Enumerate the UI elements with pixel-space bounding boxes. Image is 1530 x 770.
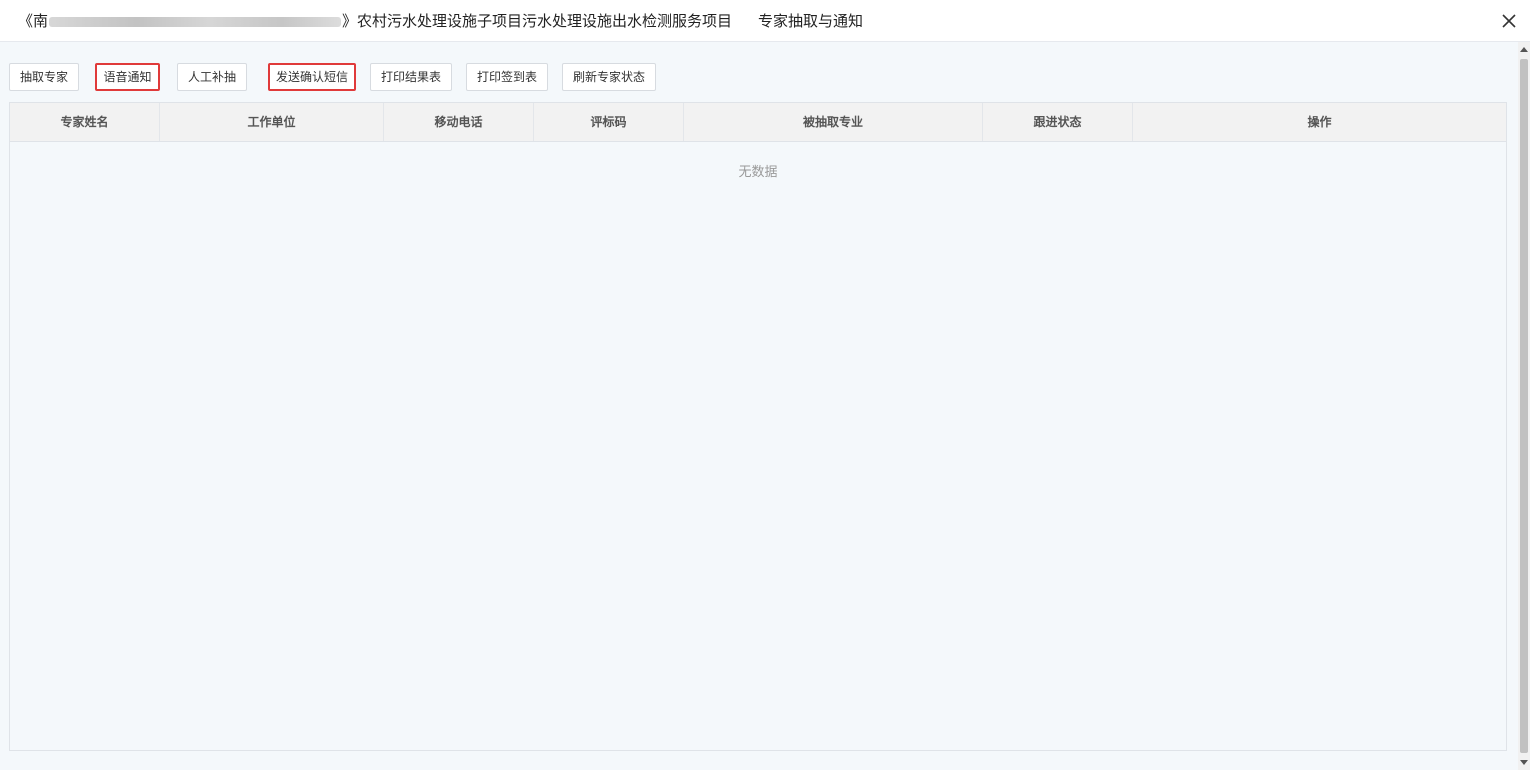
- col-mobile-phone[interactable]: 移动电话: [384, 103, 534, 141]
- table-header: 专家姓名 工作单位 移动电话 评标码 被抽取专业 跟进状态 操作: [10, 103, 1506, 142]
- scroll-up-icon[interactable]: [1520, 47, 1528, 52]
- dialog-content: 抽取专家 语音通知 人工补抽 发送确认短信 打印结果表 打印签到表 刷新专家状态…: [0, 42, 1518, 770]
- manual-supplement-button[interactable]: 人工补抽: [177, 63, 247, 91]
- title-prefix: 《南: [18, 13, 49, 30]
- send-confirm-sms-button[interactable]: 发送确认短信: [268, 63, 356, 91]
- title-obscured-region: [49, 17, 342, 28]
- dialog-title: 《南 》农村污水处理设施子项目污水处理设施出水检测服务项目 专家抽取与通知: [18, 10, 863, 31]
- vertical-scrollbar[interactable]: [1518, 42, 1530, 770]
- title-suffix: 》农村污水处理设施子项目污水处理设施出水检测服务项目: [342, 13, 733, 30]
- print-result-button[interactable]: 打印结果表: [370, 63, 452, 91]
- col-extracted-specialty[interactable]: 被抽取专业: [684, 103, 983, 141]
- refresh-status-button[interactable]: 刷新专家状态: [562, 63, 656, 91]
- close-button[interactable]: [1498, 10, 1520, 32]
- empty-state-text: 无数据: [738, 164, 778, 179]
- experts-table: 专家姓名 工作单位 移动电话 评标码 被抽取专业 跟进状态 操作 无数据: [9, 102, 1507, 751]
- scroll-thumb[interactable]: [1520, 59, 1528, 753]
- close-icon: [1502, 14, 1516, 28]
- print-signin-button[interactable]: 打印签到表: [466, 63, 548, 91]
- extract-experts-button[interactable]: 抽取专家: [9, 63, 79, 91]
- col-work-unit[interactable]: 工作单位: [160, 103, 384, 141]
- dialog-subtitle: 专家抽取与通知: [758, 13, 864, 30]
- col-expert-name[interactable]: 专家姓名: [10, 103, 160, 141]
- col-bid-code[interactable]: 评标码: [534, 103, 684, 141]
- col-actions[interactable]: 操作: [1133, 103, 1506, 141]
- dialog-titlebar: 《南 》农村污水处理设施子项目污水处理设施出水检测服务项目 专家抽取与通知: [0, 0, 1530, 42]
- scroll-down-icon[interactable]: [1520, 760, 1528, 765]
- col-follow-status[interactable]: 跟进状态: [983, 103, 1133, 141]
- voice-notify-button[interactable]: 语音通知: [95, 63, 160, 91]
